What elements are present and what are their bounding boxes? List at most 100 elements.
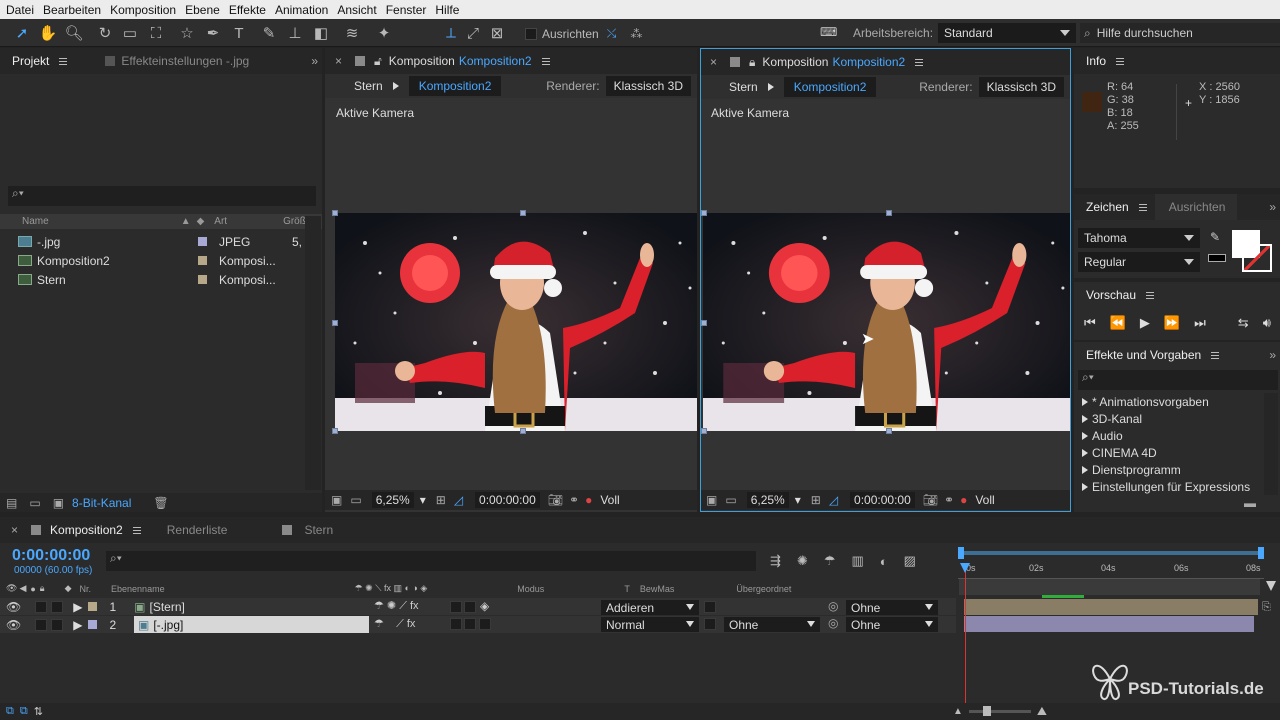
panel-menu-icon[interactable] [59,57,68,65]
panel-menu-icon[interactable] [1116,57,1125,65]
trash-icon[interactable]: 🗑︎ [153,496,168,510]
lock-toggle[interactable] [51,600,64,613]
panel-menu-icon[interactable] [915,58,924,66]
grid-snap-icon[interactable]: ⁂ [630,27,642,41]
label-swatch[interactable] [198,275,207,284]
zoom-select[interactable]: 6,25% [371,492,414,508]
timecode-display[interactable]: 0:00:00:00 [475,492,540,508]
rotate-tool-icon[interactable]: ↻ [95,23,115,43]
brush-tool-icon[interactable]: ✎ [259,23,279,43]
tab-komposition2[interactable]: Komposition2 [50,523,123,537]
resolution-select[interactable]: Voll [600,493,619,507]
transform-handle[interactable] [701,210,707,216]
next-frame-icon[interactable]: ⏩ [1164,315,1180,331]
mode-select[interactable]: Addieren [601,600,699,615]
lock-toggle[interactable] [51,618,64,631]
breadcrumb-stern[interactable]: Stern [354,79,383,93]
renderer-select[interactable]: Klassisch 3D [978,77,1064,97]
transform-handle[interactable] [332,428,338,434]
list-item[interactable]: -.jpg JPEG 5, ⊞ [0,232,322,251]
panel-menu-icon[interactable] [1138,203,1147,211]
menu-fenster[interactable]: Fenster [385,3,435,17]
expand-arrow-icon[interactable]: ▶ [73,600,82,614]
previous-frame-icon[interactable]: ⏪ [1110,315,1126,331]
menu-datei[interactable]: Datei [6,3,42,17]
hand-tool-icon[interactable]: ✋ [38,23,58,43]
clone-stamp-tool-icon[interactable]: ⊥ [285,23,305,43]
comp-marker-icon[interactable] [1266,581,1276,591]
font-style-select[interactable]: Regular [1078,252,1200,272]
last-frame-icon[interactable]: ⏭ [1194,315,1206,331]
panel-menu-icon[interactable] [132,526,141,534]
breadcrumb-comp[interactable]: Komposition2 [408,76,502,96]
help-search-input[interactable]: Hilfe durchsuchen [1097,26,1193,40]
comp-mini-flowchart-icon[interactable]: ⇶ [770,553,781,569]
menu-hilfe[interactable]: Hilfe [434,3,467,17]
in-out-toggle-icon[interactable]: ⇅ [34,705,43,718]
solo-icon[interactable]: ● [30,584,35,594]
text-tool-icon[interactable]: T [229,23,249,43]
new-composition-icon[interactable]: ▣ [53,496,64,510]
align-checkbox[interactable]: Ausrichten ⤯ ⁂ [525,26,642,41]
snapshot-icon[interactable]: 📷︎ [923,493,938,507]
stroke-color-swatch[interactable] [1242,244,1272,272]
audio-icon[interactable]: ◀ [19,583,26,594]
effects-scrollbar[interactable] [1264,393,1278,495]
3d-layer-icon[interactable]: ◈ [480,599,489,613]
time-ruler[interactable]: 0s 02s 04s 06s 08s [958,561,1264,579]
layer-switches[interactable]: ☂ ✺ ⟋ fx [374,599,419,613]
effects-category[interactable]: Dienstprogramm [1074,461,1264,478]
resolution-select[interactable]: Voll [975,493,994,507]
label-swatch[interactable] [88,620,98,629]
shape-star-tool-icon[interactable]: ☆ [177,23,197,43]
pan-behind-tool-icon[interactable]: ⛶ [146,23,166,43]
draft-3d-icon[interactable]: ✺ [797,553,808,569]
mask-visibility-icon[interactable]: ◿ [454,493,463,507]
tab-character[interactable]: Zeichen [1086,200,1129,214]
view-axis-icon[interactable]: ⊠ [487,23,507,43]
expand-arrow-icon[interactable]: ▶ [73,618,82,632]
close-icon[interactable]: × [710,55,717,69]
shy-layers-icon[interactable]: ☂ [824,553,836,569]
label-icon[interactable]: ◆ [197,216,205,227]
eye-icon[interactable]: 👁︎ [6,618,21,632]
selection-tool-icon[interactable]: ➚ [12,23,32,43]
label-swatch[interactable] [198,237,207,246]
effects-category[interactable]: 3D-Kanal [1074,410,1264,427]
project-scrollbar[interactable] [305,216,321,490]
menu-komposition[interactable]: Komposition [109,3,184,17]
transform-handle[interactable] [886,428,892,434]
font-family-select[interactable]: Tahoma [1078,228,1200,248]
workspace-select[interactable]: Standard [938,23,1076,43]
mode-select[interactable]: Normal [601,617,699,632]
play-icon[interactable]: ▶ [1140,315,1150,331]
tab-effect-settings[interactable]: Effekteinstellungen -.jpg [121,54,249,68]
timeline-search-input[interactable]: ⌕▾ [106,551,756,571]
color-channels-icon[interactable]: ● [585,493,592,507]
close-icon[interactable]: × [335,54,342,68]
label-icon[interactable]: ◆ [65,583,72,594]
trkmat-select[interactable]: Ohne [724,617,820,632]
list-item[interactable]: Komposition2 Komposi... [0,251,322,270]
timecode-display[interactable]: 0:00:00:00 [850,492,915,508]
transform-handle[interactable] [886,210,892,216]
effects-category[interactable]: CINEMA 4D [1074,444,1264,461]
menu-ansicht[interactable]: Ansicht [336,3,384,17]
zoom-in-icon[interactable]: ⛰ [1037,704,1047,719]
interpret-footage-icon[interactable]: ▤ [6,496,17,510]
new-folder-icon[interactable]: ▭ [29,496,40,510]
zoom-select[interactable]: 6,25% [746,492,789,508]
lock-icon[interactable]: 🔒︎ [749,55,755,70]
transform-handle[interactable] [701,320,707,326]
list-item[interactable]: Stern Komposi... [0,270,322,289]
always-preview-icon[interactable]: ▣ [331,493,342,507]
solo-toggle[interactable] [35,618,48,631]
parent-select[interactable]: Ohne [846,617,938,632]
snap-icon[interactable]: ⤯ [607,26,617,41]
parent-select[interactable]: Ohne [846,600,938,615]
panel-menu-icon[interactable] [1146,291,1155,299]
zoom-slider-thumb[interactable] [982,706,991,716]
solo-toggle[interactable] [35,600,48,613]
work-area-bar[interactable] [958,547,1264,559]
panel-menu-icon[interactable] [541,57,550,65]
